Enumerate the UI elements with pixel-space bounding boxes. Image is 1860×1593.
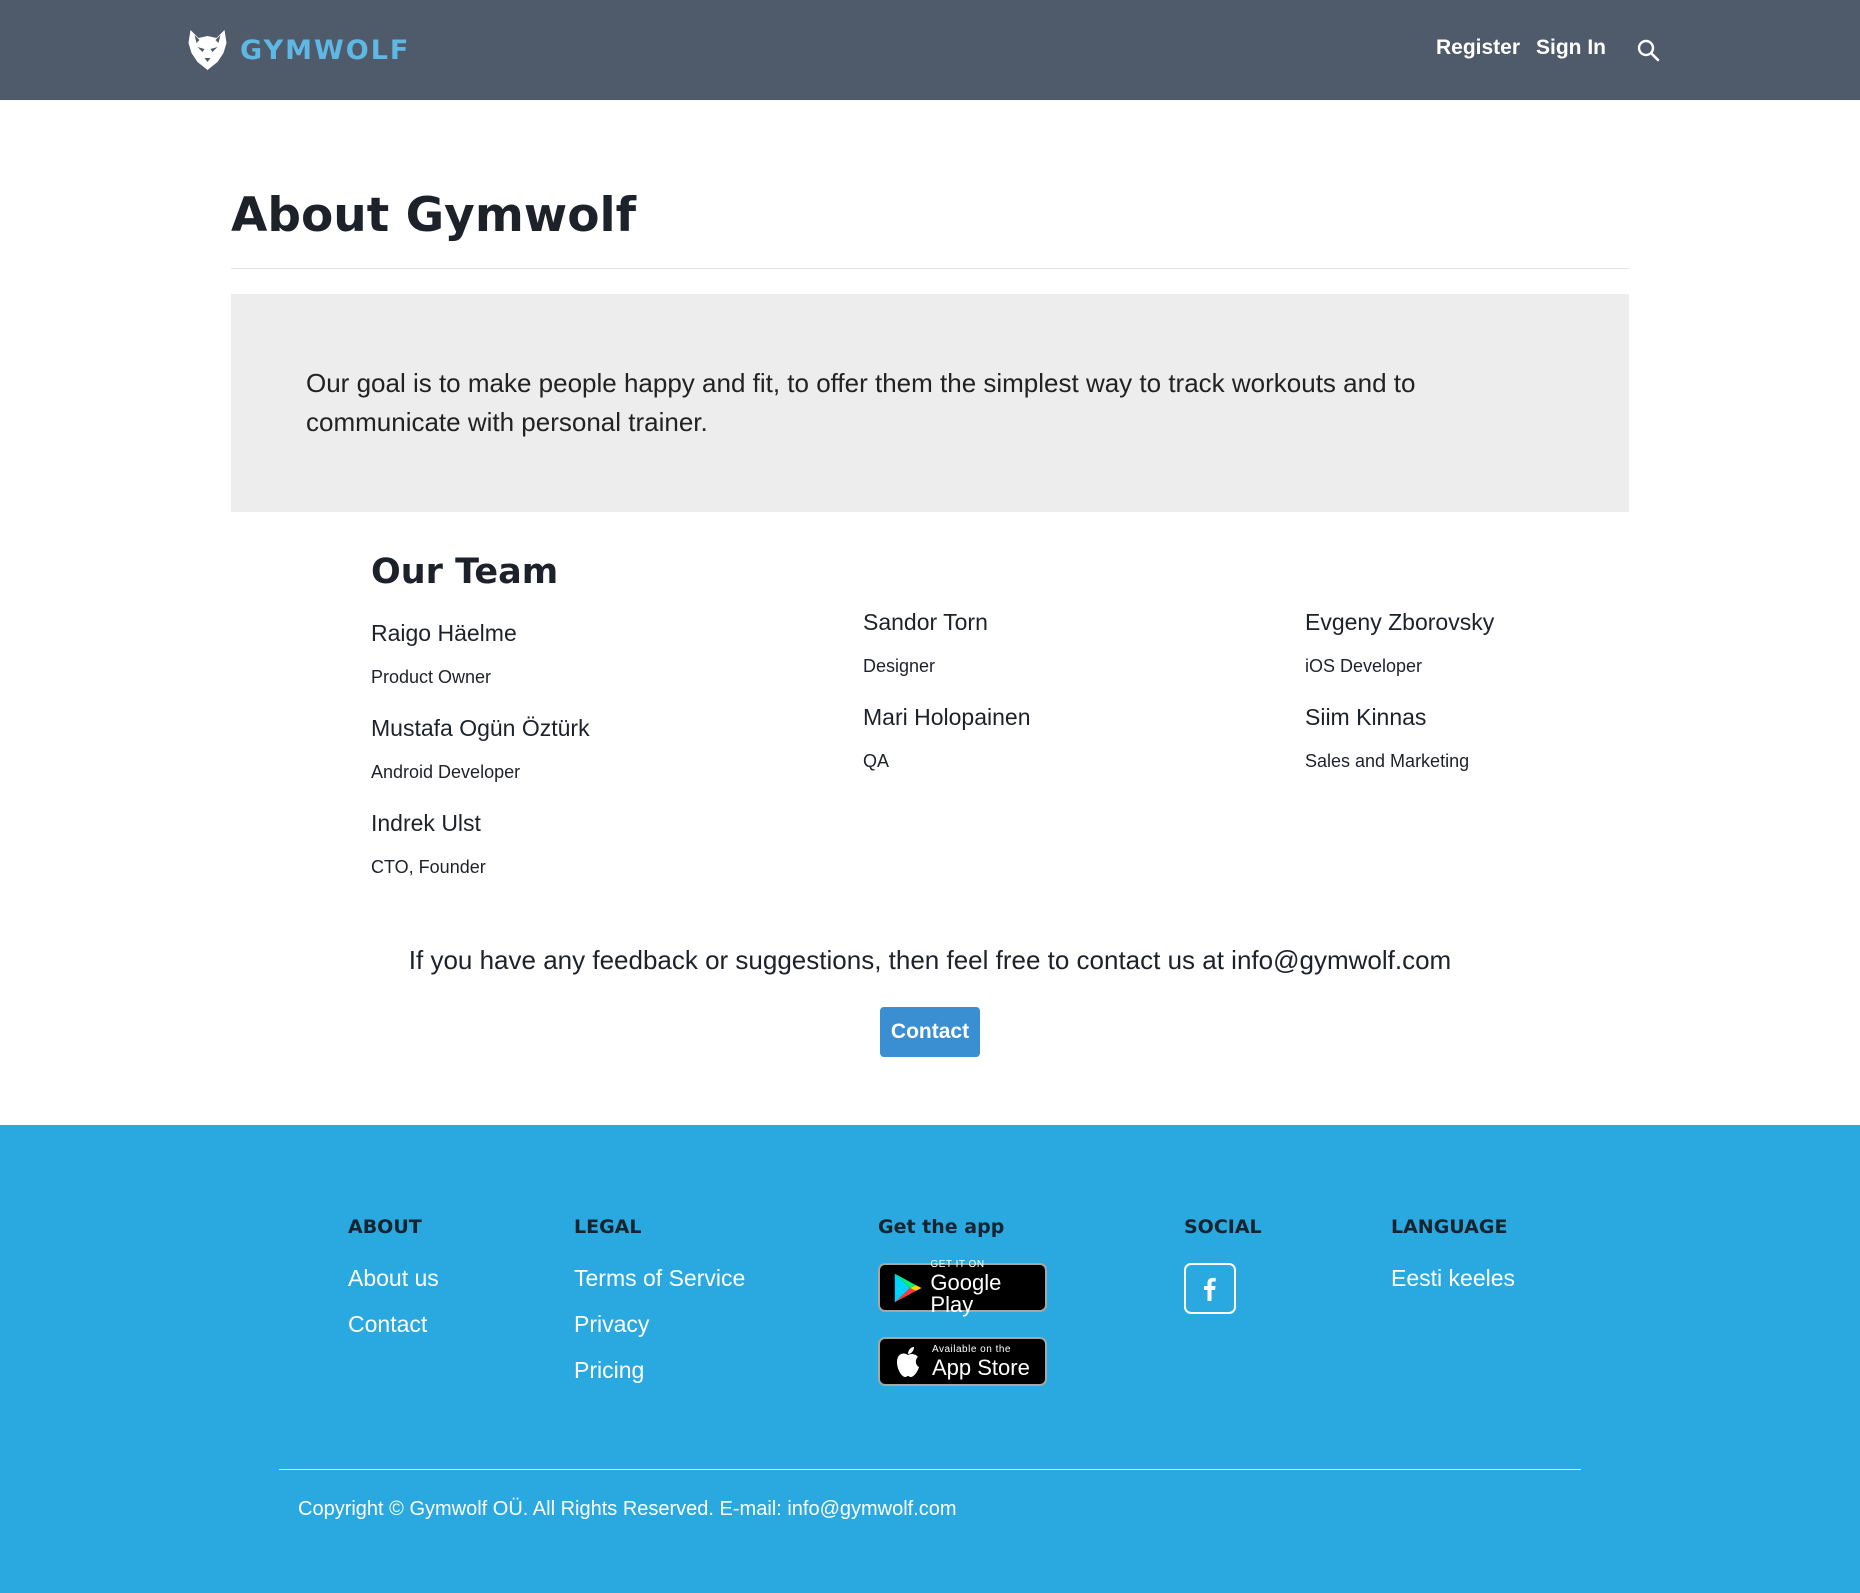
footer-about-heading: ABOUT xyxy=(348,1216,422,1238)
footer-link-terms[interactable]: Terms of Service xyxy=(574,1265,745,1292)
goal-statement: Our goal is to make people happy and fit… xyxy=(306,368,1416,437)
member-role: Designer xyxy=(863,656,936,676)
team-heading: Our Team xyxy=(371,552,559,592)
footer-link-pricing[interactable]: Pricing xyxy=(574,1357,644,1384)
member-name: Mustafa Ogün Öztürk xyxy=(371,715,590,741)
brand-logo-link[interactable]: GYMWOLF xyxy=(187,29,410,71)
google-play-badge[interactable]: GET IT ON Google Play xyxy=(878,1258,1047,1315)
footer-link-estonian[interactable]: Eesti keeles xyxy=(1391,1265,1515,1292)
facebook-icon xyxy=(1204,1277,1216,1301)
member-role: QA xyxy=(863,751,890,771)
goal-panel: Our goal is to make people happy and fit… xyxy=(231,294,1629,512)
member-name: Siim Kinnas xyxy=(1305,704,1427,730)
app-store-big-text: App Store xyxy=(932,1354,1030,1380)
register-link[interactable]: Register xyxy=(1436,36,1520,60)
member-name: Evgeny Zborovsky xyxy=(1305,609,1495,635)
search-icon[interactable] xyxy=(1636,38,1660,62)
footer-link-privacy[interactable]: Privacy xyxy=(574,1311,649,1338)
copyright-text: Copyright © Gymwolf OÜ. All Rights Reser… xyxy=(298,1498,957,1520)
member-role: Android Developer xyxy=(371,762,521,782)
member-name: Sandor Torn xyxy=(863,609,988,635)
footer-legal-heading: LEGAL xyxy=(574,1216,642,1238)
title-divider xyxy=(231,268,1629,269)
wolf-logo-icon xyxy=(188,30,227,70)
footer-link-about-us[interactable]: About us xyxy=(348,1265,439,1292)
member-name: Raigo Häelme xyxy=(371,620,517,646)
footer-social-heading: SOCIAL xyxy=(1184,1216,1262,1238)
app-store-small-text: Available on the xyxy=(932,1343,1011,1355)
app-store-badge[interactable]: Available on the App Store xyxy=(878,1337,1047,1386)
sign-in-link[interactable]: Sign In xyxy=(1536,36,1606,60)
member-role: iOS Developer xyxy=(1305,656,1423,676)
apple-icon xyxy=(897,1346,919,1377)
feedback-text: If you have any feedback or suggestions,… xyxy=(408,945,1452,975)
facebook-button[interactable] xyxy=(1184,1263,1236,1314)
member-role: Product Owner xyxy=(371,667,492,687)
member-role: CTO, Founder xyxy=(371,857,486,877)
member-name: Indrek Ulst xyxy=(371,810,481,836)
member-name: Mari Holopainen xyxy=(863,704,1031,730)
top-navbar: GYMWOLF Register Sign In xyxy=(0,0,1860,100)
google-play-small-text: GET IT ON xyxy=(930,1258,985,1270)
page-title: About Gymwolf xyxy=(231,188,637,243)
contact-button[interactable]: Contact xyxy=(880,1007,980,1057)
footer-divider xyxy=(279,1469,1581,1470)
member-role: Sales and Marketing xyxy=(1305,751,1470,771)
google-play-icon xyxy=(894,1273,922,1302)
footer-app-heading: Get the app xyxy=(878,1216,1005,1238)
footer-link-contact[interactable]: Contact xyxy=(348,1311,427,1338)
google-play-big-text: Google Play xyxy=(930,1269,1002,1317)
brand-name: GYMWOLF xyxy=(240,34,411,66)
footer-language-heading: LANGUAGE xyxy=(1391,1216,1508,1238)
